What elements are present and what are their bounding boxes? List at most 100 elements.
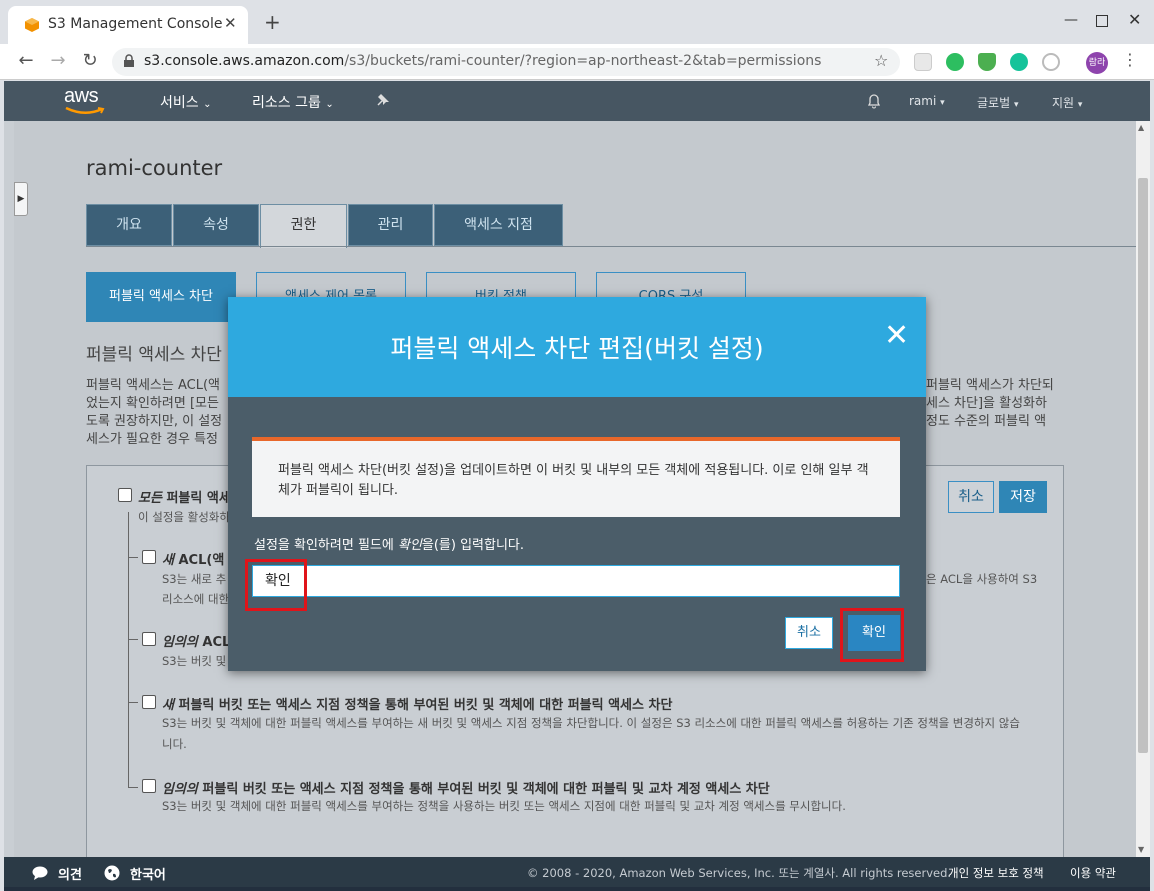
confirm-suffix: 을(를) 입력합니다.	[421, 538, 525, 553]
block-any-acl-checkbox[interactable]	[142, 632, 156, 646]
block-all-checkbox[interactable]	[118, 488, 132, 502]
opt2-text: ACL	[202, 635, 231, 650]
services-label: 서비스	[160, 95, 199, 111]
settings-cancel-button[interactable]: 취소	[948, 481, 994, 513]
aws-logo[interactable]: aws	[64, 85, 99, 108]
reload-icon[interactable]: ↻	[78, 50, 102, 71]
bucket-title: rami-counter	[86, 156, 223, 180]
opt4-desc1: S3는 버킷 및 객체에 대한 퍼블릭 액세스를 부여하는 정책을 사용하는 버…	[162, 799, 846, 813]
section-desc-line2-right: 세스 차단]을 활성화하	[926, 396, 1047, 411]
window-close-icon[interactable]: ✕	[1128, 10, 1141, 29]
privacy-policy-link[interactable]: 개인 정보 보호 정책	[948, 865, 1044, 881]
section-desc-line4: 세스가 필요한 경우 특정	[86, 432, 218, 447]
forward-icon[interactable]: →	[46, 50, 70, 71]
support-menu[interactable]: 지원 ▾	[1052, 94, 1082, 111]
opt1-text: ACL(액	[178, 553, 225, 568]
globe-icon	[104, 865, 120, 881]
minimize-icon[interactable]: —	[1064, 12, 1078, 28]
opt2-em: 임의의	[162, 635, 198, 650]
aws-cube-icon	[25, 18, 39, 32]
close-icon[interactable]: ✕	[884, 321, 909, 351]
language-selector[interactable]: 한국어	[130, 864, 166, 883]
opt3-desc1: S3는 버킷 및 객체에 대한 퍼블릭 액세스를 부여하는 새 버킷 및 액세스…	[162, 716, 1020, 730]
opt1-desc2: 리소스에 대한	[162, 592, 230, 606]
block-new-acl-checkbox[interactable]	[142, 550, 156, 564]
tree-line	[128, 512, 129, 788]
browser-menu-icon[interactable]: ⋮	[1122, 50, 1138, 69]
bell-icon[interactable]	[866, 93, 882, 109]
feedback-link[interactable]: 의견	[58, 864, 82, 883]
services-menu[interactable]: 서비스 ⌄	[160, 92, 211, 112]
scroll-up-icon[interactable]: ▲	[1138, 123, 1144, 132]
chevron-down-icon: ▾	[1013, 100, 1019, 110]
confirm-input[interactable]: 확인	[252, 565, 900, 597]
subtab-block-public-access[interactable]: 퍼블릭 액세스 차단	[86, 272, 236, 322]
address-bar[interactable]: s3.console.aws.amazon.com/s3/buckets/ram…	[112, 48, 900, 76]
resource-groups-menu[interactable]: 리소스 그룹 ⌄	[252, 92, 334, 112]
opt3-text: 퍼블릭 버킷 또는 액세스 지점 정책을 통해 부여된 버킷 및 객체에 대한 …	[178, 698, 673, 713]
section-desc-line1: 퍼블릭 액세스는 ACL(액	[86, 378, 221, 393]
scrollbar-thumb[interactable]	[1138, 178, 1148, 753]
tab-divider	[86, 246, 1136, 247]
user-menu[interactable]: rami ▾	[909, 94, 945, 108]
tab-properties[interactable]: 속성	[173, 204, 259, 246]
opt1-desc1: S3는 새로 추	[162, 572, 227, 586]
modal-cancel-button[interactable]: 취소	[785, 617, 833, 649]
new-tab-icon[interactable]: +	[264, 12, 281, 32]
maximize-icon[interactable]	[1096, 15, 1108, 27]
opt3-em: 새	[162, 698, 174, 713]
pin-icon[interactable]	[376, 93, 390, 107]
section-desc-line3-right: 정도 수준의 퍼블릭 액	[926, 414, 1047, 429]
back-icon[interactable]: ←	[14, 50, 38, 71]
url-path: /s3/buckets/rami-counter/?region=ap-nort…	[344, 53, 822, 69]
chevron-right-icon: ▶	[17, 194, 25, 204]
alert-text: 퍼블릭 액세스 차단(버킷 설정)을 업데이트하면 이 버킷 및 내부의 모든 …	[278, 463, 869, 498]
block-any-policy-label: 임의의 퍼블릭 버킷 또는 액세스 지점 정책을 통해 부여된 버킷 및 객체에…	[162, 778, 770, 797]
url-host: s3.console.aws.amazon.com	[144, 53, 345, 69]
block-new-policy-checkbox[interactable]	[142, 695, 156, 709]
lock-icon	[124, 54, 134, 67]
section-desc-line2: 었는지 확인하려면 [모든	[86, 396, 219, 411]
region-menu[interactable]: 글로벌 ▾	[977, 94, 1018, 111]
tab-close-icon[interactable]: ✕	[224, 14, 237, 32]
tree-branch	[128, 787, 138, 788]
tab-overview[interactable]: 개요	[86, 204, 172, 246]
shield-extension-icon[interactable]	[978, 53, 996, 71]
opt1-desc1-right: 은 ACL을 사용하여 S3	[926, 572, 1038, 586]
scroll-down-icon[interactable]: ▼	[1138, 845, 1144, 854]
modal-title: 퍼블릭 액세스 차단 편집(버킷 설정)	[390, 334, 764, 363]
grammarly-icon[interactable]	[1010, 53, 1028, 71]
user-label: rami	[909, 94, 937, 108]
tab-permissions[interactable]: 권한	[260, 204, 347, 248]
settings-save-button[interactable]: 저장	[999, 481, 1047, 513]
tab-management[interactable]: 관리	[348, 204, 433, 246]
url-text: s3.console.aws.amazon.com/s3/buckets/ram…	[144, 53, 821, 69]
evernote-icon[interactable]	[946, 53, 964, 71]
aws-smile-logo-icon	[65, 107, 105, 114]
copyright-text: © 2008 - 2020, Amazon Web Services, Inc.…	[527, 866, 952, 880]
opt4-text: 퍼블릭 버킷 또는 액세스 지점 정책을 통해 부여된 버킷 및 객체에 대한 …	[202, 782, 770, 797]
extension-icon[interactable]	[914, 53, 932, 71]
opt2-desc1: S3는 버킷 및	[162, 654, 227, 668]
section-title: 퍼블릭 액세스 차단	[86, 345, 222, 365]
tree-branch	[128, 639, 138, 640]
terms-link[interactable]: 이용 약관	[1070, 865, 1116, 881]
block-all-label: 모든 퍼블릭 액세	[138, 487, 231, 506]
block-any-policy-checkbox[interactable]	[142, 779, 156, 793]
browser-tab-bar: S3 Management Console ✕ + — ✕	[0, 0, 1154, 44]
tab-access-points[interactable]: 액세스 지점	[434, 204, 563, 246]
region-label: 글로벌	[977, 96, 1011, 110]
opt3-desc2: 니다.	[162, 737, 187, 751]
side-panel-toggle[interactable]: ▶	[14, 182, 28, 216]
support-label: 지원	[1052, 96, 1075, 110]
confirm-instruction: 설정을 확인하려면 필드에 확인을(를) 입력합니다.	[254, 534, 524, 553]
chevron-down-icon: ⌄	[325, 99, 334, 110]
browser-tab[interactable]: S3 Management Console ✕	[8, 6, 248, 44]
timer-extension-icon[interactable]	[1042, 53, 1060, 71]
tree-branch	[128, 557, 138, 558]
bookmark-star-icon[interactable]: ☆	[874, 51, 888, 70]
opt1-em: 새	[162, 553, 174, 568]
block-all-em: 모든	[138, 491, 162, 506]
highlight-box-input	[245, 559, 307, 611]
profile-avatar[interactable]: 람라	[1086, 52, 1108, 74]
